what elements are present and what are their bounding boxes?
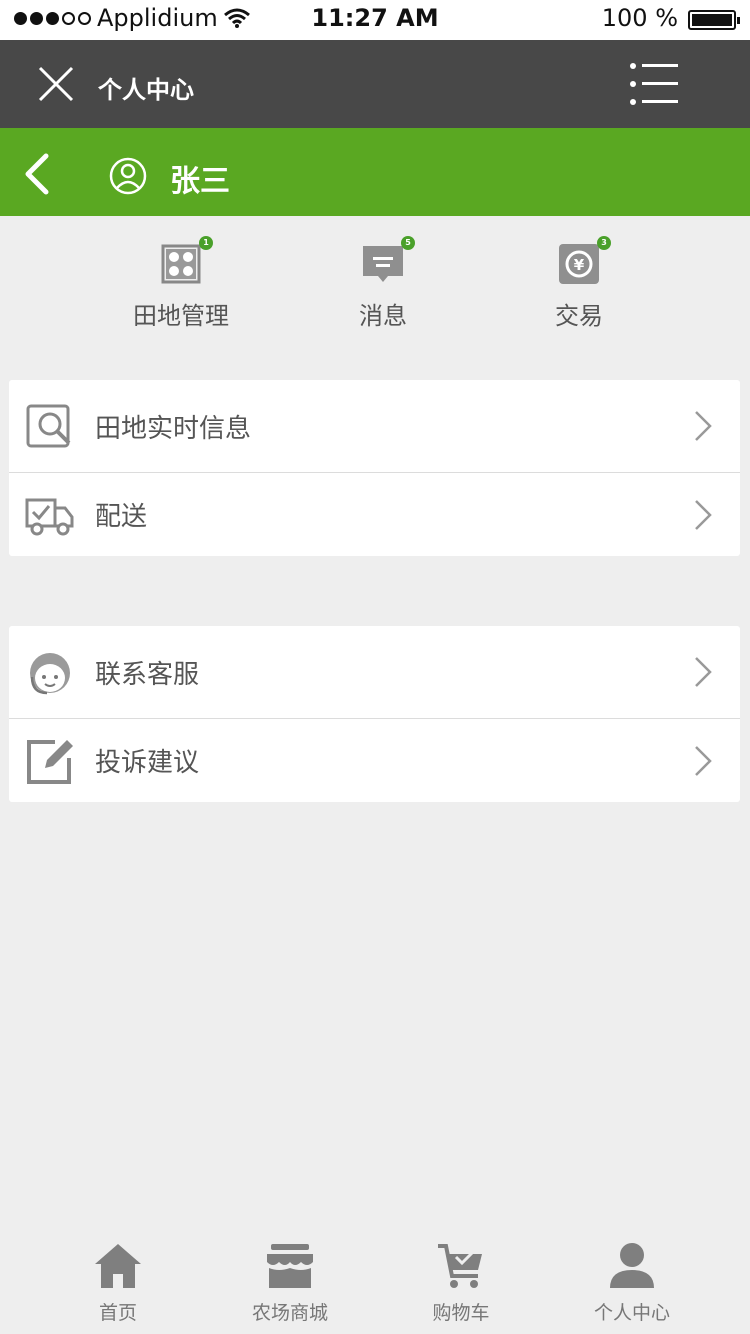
- menu-item-field-realtime-info[interactable]: 田地实时信息: [9, 380, 740, 472]
- yuan-exchange-icon: ¥: [559, 244, 599, 284]
- back-chevron-icon[interactable]: [20, 152, 56, 196]
- customer-service-icon: [30, 653, 70, 695]
- menu-group-support: 联系客服 投诉建议: [9, 626, 740, 802]
- edit-feedback-icon: [27, 739, 73, 784]
- notification-badge: 3: [597, 236, 611, 250]
- tab-home[interactable]: 首页: [38, 1242, 198, 1325]
- quick-actions: 1 田地管理 5 消息 ¥ 3 交易: [0, 216, 750, 366]
- notification-badge: 1: [199, 236, 213, 250]
- tab-farm-store[interactable]: 农场商城: [210, 1242, 370, 1325]
- quick-action-field-management[interactable]: 1 田地管理: [101, 236, 261, 331]
- tab-label: 购物车: [432, 1302, 490, 1324]
- quick-action-label: 田地管理: [133, 302, 229, 330]
- tab-label: 首页: [98, 1302, 137, 1324]
- menu-item-label: 田地实时信息: [95, 413, 252, 444]
- store-icon: [267, 1244, 313, 1288]
- tab-label: 个人中心: [593, 1302, 670, 1324]
- tab-personal-center[interactable]: 个人中心: [552, 1242, 712, 1325]
- quick-action-label: 消息: [359, 302, 407, 330]
- menu-icon[interactable]: [630, 62, 678, 106]
- notification-badge: 5: [401, 236, 415, 250]
- page-title: 个人中心: [98, 76, 194, 104]
- person-icon: [610, 1243, 654, 1288]
- search-field-icon: [26, 404, 71, 448]
- quick-action-label: 交易: [555, 302, 603, 330]
- close-icon[interactable]: [36, 64, 76, 104]
- username: 张三: [170, 164, 230, 199]
- menu-item-label: 配送: [95, 502, 148, 532]
- profile-header: 张三: [0, 128, 750, 216]
- chevron-right-icon: [695, 411, 712, 441]
- top-navigation-bar: 个人中心: [0, 40, 750, 128]
- user-avatar-icon: [109, 157, 147, 195]
- quick-action-messages[interactable]: 5 消息: [303, 236, 463, 331]
- message-icon: [363, 246, 403, 282]
- menu-item-delivery[interactable]: 配送: [9, 472, 740, 556]
- home-icon: [95, 1244, 141, 1288]
- chevron-right-icon: [695, 499, 712, 530]
- quick-action-transactions[interactable]: ¥ 3 交易: [499, 236, 659, 331]
- tab-cart[interactable]: 购物车: [381, 1242, 541, 1325]
- menu-item-contact-service[interactable]: 联系客服: [9, 626, 740, 718]
- menu-item-feedback[interactable]: 投诉建议: [9, 718, 740, 802]
- menu-group-field: 田地实时信息 配送: [9, 380, 740, 556]
- tab-label: 农场商城: [251, 1302, 328, 1324]
- menu-item-label: 投诉建议: [95, 748, 200, 778]
- delivery-truck-icon: [25, 498, 74, 535]
- svg-text:¥: ¥: [574, 256, 585, 274]
- battery-percent: 100 %: [601, 4, 678, 32]
- battery-icon: [688, 10, 740, 30]
- chevron-right-icon: [695, 657, 712, 687]
- menu-item-label: 联系客服: [95, 659, 200, 690]
- cart-icon: [438, 1244, 482, 1288]
- status-bar: Applidium 11:27 AM 100 %: [0, 0, 750, 40]
- bottom-tab-bar: 首页 农场商城 购物车 个人中心: [0, 1228, 750, 1334]
- chevron-right-icon: [695, 745, 712, 776]
- field-grid-icon: [161, 244, 201, 284]
